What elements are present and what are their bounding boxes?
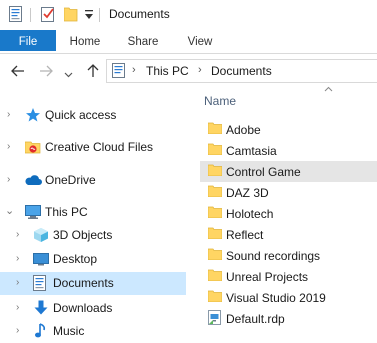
title-bar: Documents [0, 0, 377, 30]
file-item-label: Visual Studio 2019 [226, 291, 326, 305]
tab-view[interactable]: View [177, 30, 223, 54]
chevron-right-icon[interactable]: › [16, 325, 19, 336]
file-item-camtasia[interactable]: Camtasia [200, 140, 377, 161]
up-arrow-icon[interactable] [85, 63, 101, 79]
file-item-label: Sound recordings [226, 249, 321, 263]
cloud-icon [24, 173, 42, 189]
file-item-label: Adobe [226, 123, 261, 137]
nav-item-desktop[interactable]: › Desktop [0, 248, 186, 271]
nav-item-label: Music [53, 324, 85, 338]
nav-item-label: Creative Cloud Files [45, 140, 154, 154]
breadcrumb-separator-icon[interactable]: › [198, 64, 202, 76]
window-title: Documents [109, 7, 170, 21]
tab-share[interactable]: Share [120, 30, 166, 54]
chevron-right-icon[interactable]: › [16, 229, 19, 240]
nav-item-this-pc[interactable]: ⌄ This PC [0, 201, 186, 224]
location-icon [112, 63, 126, 82]
download-icon [33, 300, 49, 316]
nav-item-label: This PC [45, 205, 88, 219]
file-item-adobe[interactable]: Adobe [200, 119, 377, 140]
file-item-sound-recordings[interactable]: Sound recordings [200, 245, 377, 266]
computer-icon [25, 204, 41, 220]
breadcrumb-documents[interactable]: Documents [211, 64, 272, 78]
new-folder-icon[interactable] [63, 6, 78, 25]
music-icon [33, 323, 49, 339]
nav-item-label: 3D Objects [53, 228, 113, 242]
navigation-bar: › This PC › Documents [0, 56, 377, 86]
file-item-unreal-projects[interactable]: Unreal Projects [200, 266, 377, 287]
properties-icon[interactable] [9, 6, 23, 26]
nav-item-3d-objects[interactable]: › 3D Objects [0, 224, 186, 247]
nav-item-label: Downloads [53, 301, 113, 315]
tab-home[interactable]: Home [62, 30, 108, 54]
checkmark-icon[interactable] [41, 6, 56, 26]
chevron-right-icon[interactable]: › [7, 141, 10, 152]
file-item-default-rdp[interactable]: Default.rdp [200, 308, 377, 329]
nav-item-label: Desktop [53, 252, 98, 266]
star-icon [25, 107, 41, 123]
sort-ascending-icon [324, 84, 333, 94]
breadcrumb-separator-icon[interactable]: › [132, 64, 136, 76]
nav-item-quick-access[interactable]: › Quick access [0, 104, 186, 127]
file-item-label: Camtasia [226, 144, 277, 158]
chevron-right-icon[interactable]: › [16, 253, 19, 264]
column-header-name[interactable]: Name [200, 86, 377, 114]
chevron-right-icon[interactable]: › [16, 277, 19, 288]
nav-item-music[interactable]: › Music [0, 320, 186, 343]
navigation-pane: › Quick access › Creative Cloud Files › … [0, 92, 186, 343]
file-item-reflect[interactable]: Reflect [200, 224, 377, 245]
ribbon-tabs: File Home Share View [0, 30, 377, 54]
nav-item-onedrive[interactable]: › OneDrive [0, 169, 186, 192]
separator [99, 8, 100, 22]
nav-item-label: OneDrive [45, 173, 96, 187]
file-item-label: DAZ 3D [226, 186, 269, 200]
address-bar[interactable]: › This PC › Documents [106, 59, 377, 83]
file-item-label: Holotech [226, 207, 274, 221]
file-item-control-game[interactable]: Control Game [200, 161, 377, 182]
tab-file[interactable]: File [0, 30, 56, 51]
column-header-label: Name [204, 94, 237, 108]
folder-icon [208, 248, 222, 262]
file-item-label: Reflect [226, 228, 264, 242]
file-item-visual-studio-2019[interactable]: Visual Studio 2019 [200, 287, 377, 308]
file-item-label: Unreal Projects [226, 270, 309, 284]
file-item-label: Control Game [226, 165, 301, 179]
folder-icon [208, 290, 222, 304]
folder-icon [208, 206, 222, 220]
file-item-holotech[interactable]: Holotech [200, 203, 377, 224]
chevron-right-icon[interactable]: › [7, 109, 10, 120]
chevron-down-icon[interactable]: ⌄ [5, 204, 14, 217]
folder-icon [208, 185, 222, 199]
file-item-label: Default.rdp [226, 312, 285, 326]
cube-icon [33, 227, 49, 243]
breadcrumb-this-pc[interactable]: This PC [146, 64, 189, 78]
chevron-right-icon[interactable]: › [7, 174, 10, 185]
separator [30, 8, 31, 22]
nav-item-label: Quick access [45, 108, 117, 122]
file-item-daz-3d[interactable]: DAZ 3D [200, 182, 377, 203]
folder-icon [208, 269, 222, 283]
nav-item-documents[interactable]: › Documents [0, 272, 186, 295]
creative-cloud-icon [24, 139, 41, 155]
nav-item-downloads[interactable]: › Downloads [0, 297, 186, 320]
forward-arrow-icon[interactable] [38, 63, 54, 79]
chevron-right-icon[interactable]: › [16, 302, 19, 313]
file-list: Name Adobe Camtasia Control Game DAZ 3D … [200, 86, 377, 343]
recent-locations-icon[interactable] [64, 67, 74, 83]
folder-icon [208, 143, 222, 157]
folder-icon [208, 122, 222, 136]
documents-icon [33, 275, 49, 291]
dropdown-arrow-icon[interactable] [85, 9, 93, 23]
nav-item-creative-cloud-files[interactable]: › Creative Cloud Files [0, 136, 186, 159]
folder-icon [208, 227, 222, 241]
remote-desktop-file-icon [208, 310, 222, 325]
folder-icon [208, 164, 222, 178]
nav-item-label: Documents [53, 276, 114, 290]
back-arrow-icon[interactable] [10, 63, 26, 79]
desktop-icon [33, 251, 49, 267]
